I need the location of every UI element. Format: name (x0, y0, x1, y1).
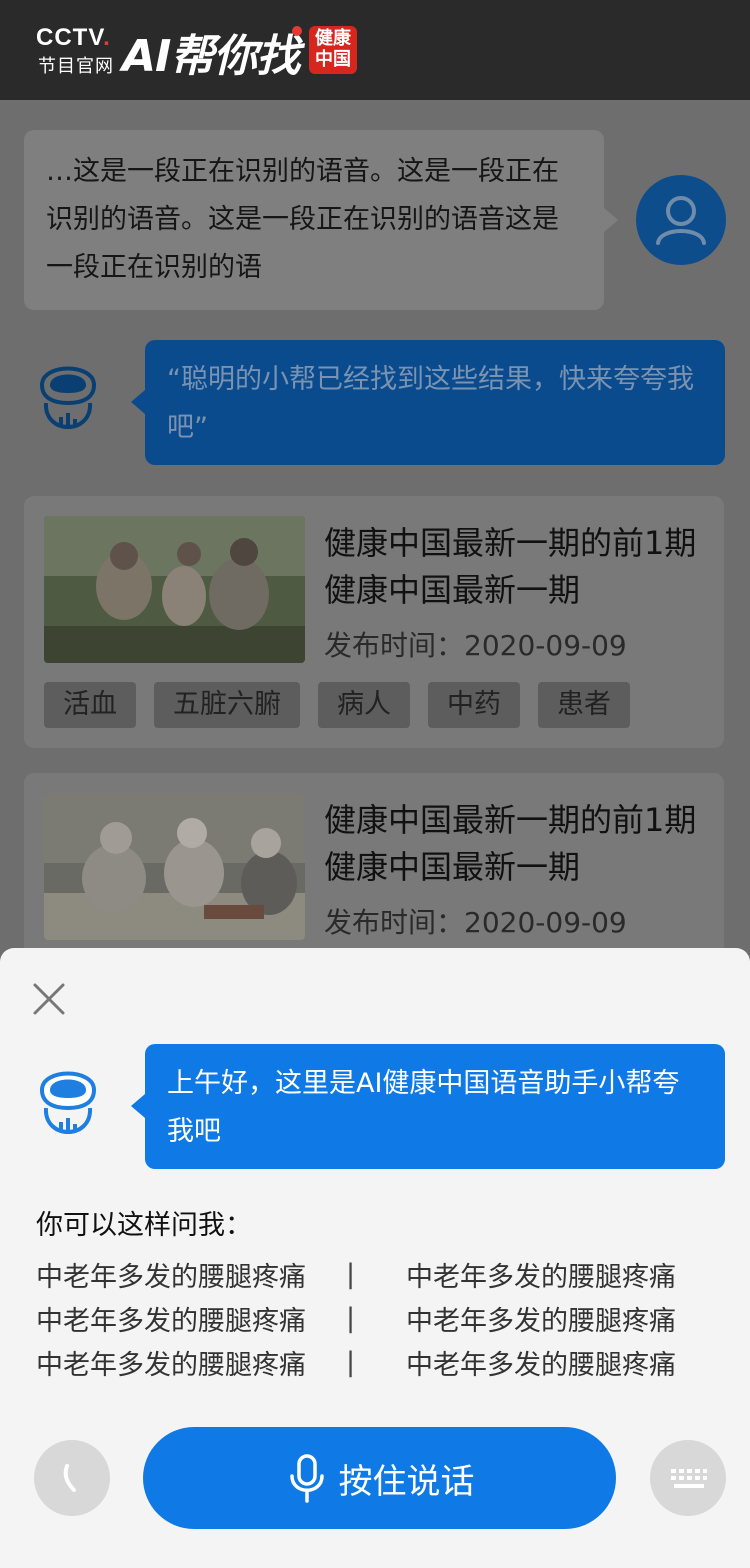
phone-icon (63, 1464, 76, 1492)
suggestion-list: 中老年多发的腰腿疼痛 | 中老年多发的腰腿疼痛 中老年多发的腰腿疼痛 | 中老年… (36, 1252, 716, 1384)
suggestion-item[interactable]: 中老年多发的腰腿疼痛 (36, 1255, 346, 1294)
result-thumbnail[interactable] (44, 516, 305, 663)
keyboard-button[interactable] (650, 1440, 726, 1516)
assistant-reply-bubble: “聪明的小帮已经找到这些结果，快来夸夸我吧” (131, 340, 725, 465)
keyboard-icon (671, 1469, 707, 1488)
suggestion-item[interactable]: 中老年多发的腰腿疼痛 (36, 1299, 346, 1338)
suggestion-row: 中老年多发的腰腿疼痛 | 中老年多发的腰腿疼痛 (36, 1340, 716, 1384)
push-to-talk-button[interactable]: 按住说话 (143, 1427, 616, 1529)
result-title[interactable]: 健康中国最新一期的前1期健康中国最新一期 (324, 520, 709, 614)
location-pin-icon (292, 26, 302, 36)
result-card[interactable]: 健康中国最新一期的前1期健康中国最新一期 发布时间：2020-09-09 活血 … (24, 496, 724, 748)
suggestions-heading: 你可以这样问我： (36, 1210, 252, 1241)
result-date: 发布时间：2020-09-09 (324, 629, 627, 662)
user-speech-bubble: …这是一段正在识别的语音。这是一段正在识别的语音。这是一段正在识别的语音这是一段… (24, 130, 618, 310)
tag[interactable]: 五脏六腑 (154, 682, 300, 728)
voice-assistant-sheet: 上午好，这里是AI健康中国语音助手小帮夸我吧 你可以这样问我： 中老年多发的腰腿… (0, 948, 750, 1568)
assistant-robot-icon (32, 355, 104, 447)
suggestion-row: 中老年多发的腰腿疼痛 | 中老年多发的腰腿疼痛 (36, 1296, 716, 1340)
close-icon[interactable] (30, 980, 68, 1018)
brand-subtitle: 节目官网 (38, 56, 114, 77)
cctv-logo[interactable]: CCTV. (36, 24, 111, 52)
result-date: 发布时间：2020-09-09 (324, 906, 627, 939)
suggestion-row: 中老年多发的腰腿疼痛 | 中老年多发的腰腿疼痛 (36, 1252, 716, 1296)
separator: | (346, 1346, 356, 1378)
suggestion-item[interactable]: 中老年多发的腰腿疼痛 (36, 1343, 346, 1382)
assistant-greeting-bubble: 上午好，这里是AI健康中国语音助手小帮夸我吧 (131, 1044, 725, 1169)
tag[interactable]: 活血 (44, 682, 136, 728)
tag[interactable]: 中药 (428, 682, 520, 728)
microphone-icon (289, 1454, 324, 1503)
result-tags: 活血 五脏六腑 病人 中药 患者 (44, 682, 630, 728)
result-thumbnail[interactable] (44, 793, 305, 940)
suggestion-item[interactable]: 中老年多发的腰腿疼痛 (406, 1255, 716, 1294)
phone-button[interactable] (34, 1440, 110, 1516)
user-avatar (636, 175, 726, 265)
push-to-talk-label: 按住说话 (338, 1461, 475, 1502)
separator: | (346, 1258, 356, 1290)
tag[interactable]: 患者 (538, 682, 630, 728)
app-header: CCTV. 节目官网 AI帮你找 健康中国 (0, 0, 750, 100)
user-icon (656, 196, 706, 245)
suggestion-item[interactable]: 中老年多发的腰腿疼痛 (406, 1299, 716, 1338)
tag[interactable]: 病人 (318, 682, 410, 728)
suggestion-item[interactable]: 中老年多发的腰腿疼痛 (406, 1343, 716, 1382)
assistant-robot-icon (32, 1060, 104, 1152)
separator: | (346, 1302, 356, 1334)
health-china-seal: 健康中国 (309, 26, 357, 74)
result-title[interactable]: 健康中国最新一期的前1期健康中国最新一期 (324, 797, 709, 891)
app-name-logo: AI帮你找 (122, 31, 300, 82)
